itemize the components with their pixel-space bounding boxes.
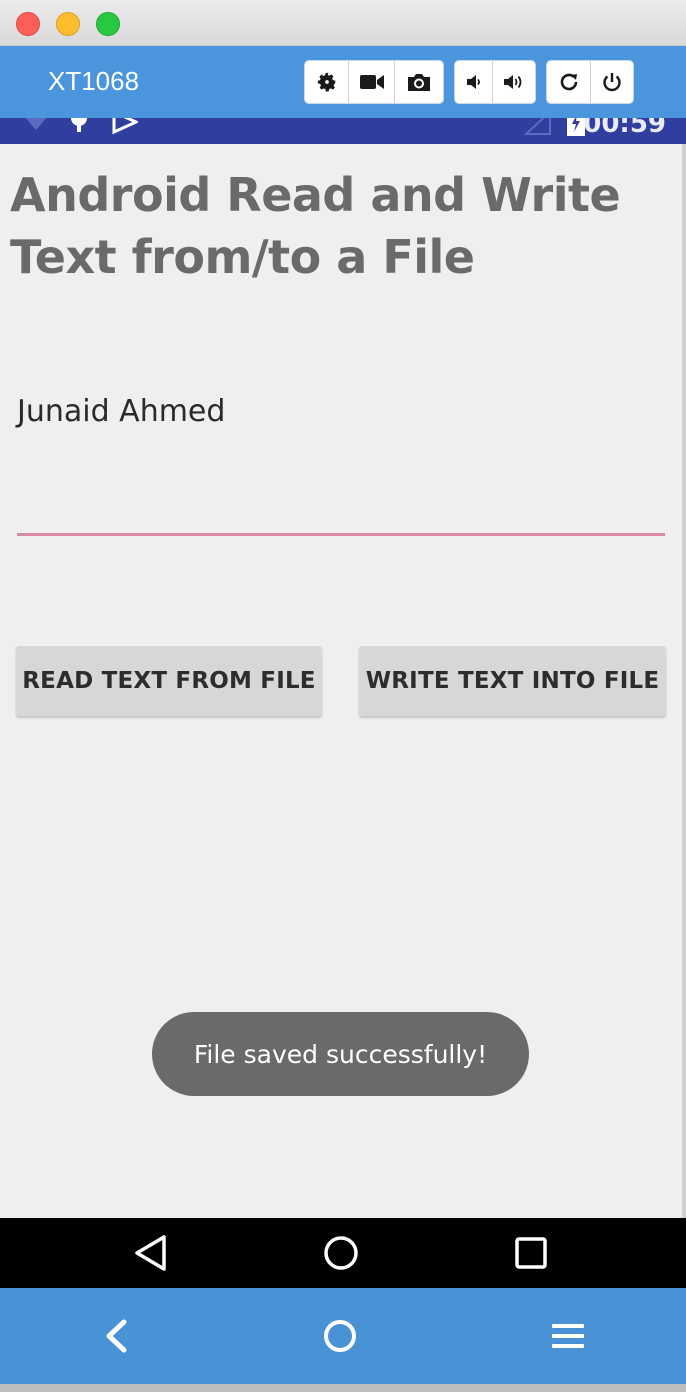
window-titlebar <box>0 0 686 46</box>
rotate-icon <box>560 73 577 91</box>
host-back-button[interactable] <box>86 1308 146 1364</box>
minimize-window-button[interactable] <box>56 12 80 36</box>
device-controls <box>546 60 634 104</box>
chevron-left-icon <box>106 1319 127 1353</box>
android-home-button[interactable] <box>316 1228 366 1278</box>
settings-button[interactable] <box>305 61 349 103</box>
host-menu-button[interactable] <box>538 1308 598 1364</box>
hamburger-menu-icon <box>552 1324 584 1348</box>
volume-down-button[interactable] <box>455 61 493 103</box>
host-home-button[interactable] <box>310 1308 370 1364</box>
window-edge <box>682 144 686 1218</box>
text-input-field[interactable]: Junaid Ahmed <box>17 394 665 536</box>
window-bottom-edge <box>0 1384 686 1392</box>
camera-icon <box>408 74 430 91</box>
emulator-toolbar: XT1068 <box>0 46 686 118</box>
power-button[interactable] <box>591 61 633 103</box>
video-camera-icon <box>359 75 384 89</box>
play-store-icon <box>112 118 138 135</box>
location-icon <box>71 118 87 132</box>
android-navigation-bar <box>0 1218 686 1288</box>
read-text-button[interactable]: READ TEXT FROM FILE <box>16 646 322 716</box>
android-recents-button[interactable] <box>506 1228 556 1278</box>
power-icon <box>603 73 621 92</box>
gear-icon <box>317 72 335 92</box>
emulator-bottom-bar <box>0 1288 686 1384</box>
status-time: 00:59 <box>583 118 666 139</box>
wifi-icon <box>25 118 47 130</box>
rotate-button[interactable] <box>547 61 591 103</box>
home-circle-icon <box>324 1236 358 1270</box>
record-video-button[interactable] <box>349 61 395 103</box>
close-window-button[interactable] <box>16 12 40 36</box>
page-title: Android Read and Write Text from/to a Fi… <box>10 168 621 284</box>
toast-message: File saved successfully! <box>152 1012 529 1096</box>
volume-up-icon <box>504 75 522 89</box>
zoom-window-button[interactable] <box>96 12 120 36</box>
volume-up-button[interactable] <box>493 61 535 103</box>
android-back-button[interactable] <box>126 1228 176 1278</box>
text-input-value: Junaid Ahmed <box>17 394 226 429</box>
back-triangle-icon <box>135 1235 166 1271</box>
volume-controls <box>454 60 536 104</box>
signal-icon <box>524 118 551 135</box>
device-name: XT1068 <box>48 66 140 96</box>
recents-square-icon <box>515 1237 547 1269</box>
home-circle-icon <box>324 1320 356 1352</box>
write-text-button[interactable]: WRITE TEXT INTO FILE <box>359 646 666 716</box>
app-screen: Android Read and Write Text from/to a Fi… <box>0 144 682 1218</box>
volume-down-icon <box>466 75 480 89</box>
android-status-bar: 00:59 <box>0 118 686 144</box>
capture-controls <box>304 60 444 104</box>
screenshot-button[interactable] <box>395 61 443 103</box>
